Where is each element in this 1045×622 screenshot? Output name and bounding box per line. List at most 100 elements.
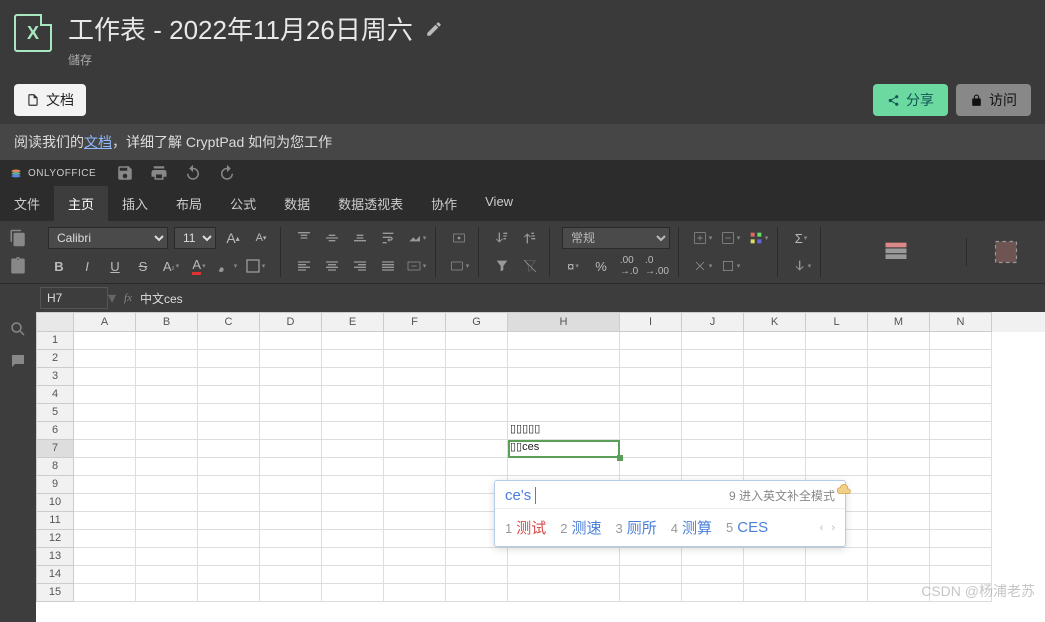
cell[interactable] — [508, 332, 620, 350]
cell[interactable] — [806, 566, 868, 584]
cell[interactable] — [198, 422, 260, 440]
cell[interactable] — [384, 584, 446, 602]
row-header[interactable]: 10 — [36, 494, 74, 512]
cell[interactable] — [74, 350, 136, 368]
align-left-icon[interactable] — [293, 255, 315, 277]
named-range-dropdown[interactable]: ▾ — [448, 255, 470, 277]
cell[interactable] — [74, 512, 136, 530]
cell[interactable] — [446, 350, 508, 368]
cell[interactable] — [136, 494, 198, 512]
print-icon[interactable] — [150, 164, 168, 182]
tab-insert[interactable]: 插入 — [108, 186, 162, 221]
cell[interactable] — [868, 350, 930, 368]
row-header[interactable]: 6 — [36, 422, 74, 440]
tab-view[interactable]: View — [471, 186, 527, 221]
cell[interactable] — [620, 386, 682, 404]
cell[interactable] — [74, 548, 136, 566]
column-header[interactable]: C — [198, 312, 260, 332]
font-size-select[interactable]: 11 — [174, 227, 216, 249]
cell[interactable] — [620, 350, 682, 368]
cell[interactable] — [198, 566, 260, 584]
column-header[interactable]: K — [744, 312, 806, 332]
cell[interactable] — [744, 386, 806, 404]
cell[interactable] — [322, 584, 384, 602]
cell[interactable] — [322, 476, 384, 494]
tab-collab[interactable]: 协作 — [417, 186, 471, 221]
cell[interactable] — [930, 422, 992, 440]
align-top-icon[interactable] — [293, 227, 315, 249]
cell[interactable] — [384, 494, 446, 512]
cell[interactable] — [322, 422, 384, 440]
cell[interactable] — [620, 332, 682, 350]
redo-icon[interactable] — [218, 164, 236, 182]
row-header[interactable]: 9 — [36, 476, 74, 494]
paste-icon[interactable] — [9, 257, 27, 275]
delete-cells-icon[interactable]: ▾ — [719, 227, 741, 249]
cell[interactable] — [384, 368, 446, 386]
cell[interactable] — [446, 422, 508, 440]
cell[interactable] — [930, 512, 992, 530]
sort-desc-icon[interactable] — [519, 227, 541, 249]
column-header[interactable]: F — [384, 312, 446, 332]
clear-filter-icon[interactable] — [519, 255, 541, 277]
spreadsheet-grid[interactable]: ABCDEFGHIJKLMN 123456789101112131415 ▯▯▯… — [36, 312, 1045, 622]
formula-input[interactable] — [140, 287, 1045, 309]
fill-color-button[interactable]: ▾ — [216, 255, 238, 277]
cell[interactable] — [260, 512, 322, 530]
cell[interactable] — [868, 512, 930, 530]
sort-asc-icon[interactable] — [491, 227, 513, 249]
cell[interactable] — [620, 548, 682, 566]
cell[interactable] — [806, 404, 868, 422]
cell[interactable] — [322, 458, 384, 476]
clear-icon[interactable]: ▾ — [691, 255, 713, 277]
tab-pivot[interactable]: 数据透视表 — [324, 186, 417, 221]
ime-candidate[interactable]: 5CES — [726, 519, 768, 536]
font-name-select[interactable]: Calibri — [48, 227, 168, 249]
cell[interactable] — [806, 548, 868, 566]
undo-icon[interactable] — [184, 164, 202, 182]
conditional-format-icon[interactable]: ▾ — [747, 227, 769, 249]
cell[interactable] — [744, 404, 806, 422]
cell[interactable] — [198, 368, 260, 386]
strike-button[interactable]: S — [132, 255, 154, 277]
cell[interactable] — [260, 584, 322, 602]
cell[interactable] — [868, 332, 930, 350]
autosum-icon[interactable]: Σ▾ — [790, 227, 812, 249]
cell[interactable] — [930, 386, 992, 404]
cell[interactable] — [620, 584, 682, 602]
cell[interactable] — [322, 494, 384, 512]
border-button[interactable]: ▾ — [244, 255, 266, 277]
row-header[interactable]: 5 — [36, 404, 74, 422]
row-header[interactable]: 4 — [36, 386, 74, 404]
cell[interactable] — [806, 440, 868, 458]
cell[interactable] — [508, 368, 620, 386]
cell[interactable] — [136, 440, 198, 458]
cell[interactable] — [322, 530, 384, 548]
column-header[interactable]: B — [136, 312, 198, 332]
cell[interactable] — [446, 368, 508, 386]
cell[interactable] — [682, 404, 744, 422]
column-header[interactable]: H — [508, 312, 620, 332]
cell[interactable] — [74, 440, 136, 458]
cell[interactable] — [620, 440, 682, 458]
cell[interactable] — [508, 548, 620, 566]
cell[interactable] — [446, 386, 508, 404]
cell[interactable] — [868, 494, 930, 512]
comments-icon[interactable] — [9, 352, 27, 370]
cell[interactable] — [446, 584, 508, 602]
cell[interactable] — [930, 494, 992, 512]
column-header[interactable]: N — [930, 312, 992, 332]
cell[interactable] — [260, 332, 322, 350]
row-header[interactable]: 13 — [36, 548, 74, 566]
row-header[interactable]: 1 — [36, 332, 74, 350]
cell[interactable] — [384, 404, 446, 422]
document-button[interactable]: 文档 — [14, 84, 86, 116]
named-range-icon[interactable] — [448, 227, 470, 249]
cell[interactable] — [868, 458, 930, 476]
align-middle-icon[interactable] — [321, 227, 343, 249]
tab-formula[interactable]: 公式 — [216, 186, 270, 221]
justify-icon[interactable] — [377, 255, 399, 277]
cell[interactable] — [136, 332, 198, 350]
row-header[interactable]: 3 — [36, 368, 74, 386]
cell[interactable] — [384, 476, 446, 494]
